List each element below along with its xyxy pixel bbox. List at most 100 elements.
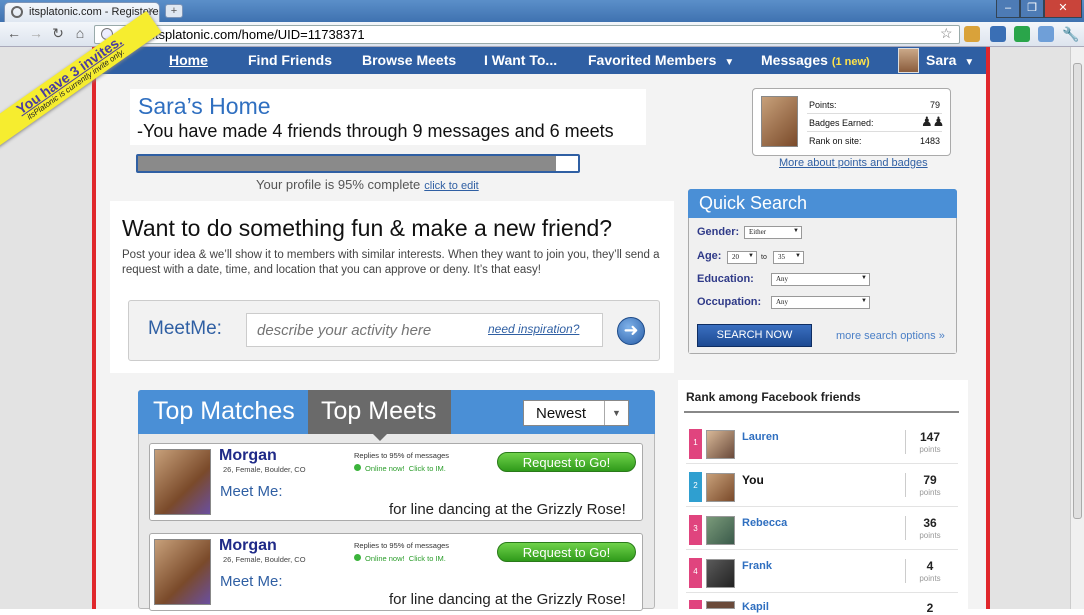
reload-icon[interactable]: ↻ bbox=[50, 25, 66, 42]
need-inspiration-link[interactable]: need inspiration? bbox=[488, 322, 579, 336]
submit-arrow-icon[interactable]: ➜ bbox=[617, 317, 645, 345]
more-search-options-link[interactable]: more search options » bbox=[836, 330, 945, 342]
nav-home[interactable]: Home bbox=[169, 47, 208, 74]
friend-name[interactable]: Rebecca bbox=[742, 517, 787, 529]
wrench-icon[interactable]: 🔧 bbox=[1062, 26, 1079, 43]
points-unit: points bbox=[919, 531, 941, 540]
friend-points: 2 bbox=[926, 601, 934, 615]
home-stats: -You have made 4 friends through 9 messa… bbox=[137, 121, 614, 141]
meetme-label: MeetMe: bbox=[148, 318, 222, 339]
avatar[interactable] bbox=[898, 48, 919, 73]
age-to-value: 35 bbox=[778, 253, 785, 261]
extension-icon[interactable] bbox=[1014, 26, 1030, 42]
active-tab-pointer bbox=[372, 433, 388, 441]
friend-avatar[interactable] bbox=[706, 601, 735, 609]
badges-label: Badges Earned: bbox=[809, 118, 874, 128]
profile-progress-bar bbox=[136, 154, 580, 173]
divider bbox=[905, 516, 906, 540]
meet-me-label: Meet Me: bbox=[220, 483, 283, 500]
gender-value: Either bbox=[749, 228, 767, 236]
age-to-select[interactable]: 35 ▼ bbox=[773, 251, 804, 264]
friend-name[interactable]: Lauren bbox=[742, 431, 779, 443]
nav-messages[interactable]: Messages (1 new) bbox=[761, 47, 870, 74]
divider bbox=[807, 131, 942, 132]
friend-avatar[interactable] bbox=[706, 430, 735, 459]
friend-points: 4 bbox=[926, 559, 934, 573]
friend-name[interactable]: Kapil bbox=[742, 601, 769, 613]
divider bbox=[905, 473, 906, 497]
age-label: Age: bbox=[697, 250, 722, 262]
quick-search-title: Quick Search bbox=[699, 193, 808, 213]
friend-name: You bbox=[742, 473, 764, 487]
online-status[interactable]: Online now! Click to IM. bbox=[354, 554, 446, 563]
maximize-button[interactable]: ❐ bbox=[1020, 0, 1044, 18]
extension-icon[interactable] bbox=[990, 26, 1006, 42]
new-tab-button[interactable]: + bbox=[165, 4, 183, 18]
divider bbox=[905, 559, 906, 583]
badge-people-icon[interactable]: ♟♟ bbox=[921, 115, 944, 130]
member-photo[interactable] bbox=[154, 539, 211, 605]
points-value: 79 bbox=[929, 100, 940, 110]
points-unit: points bbox=[919, 445, 941, 454]
points-label: Points: bbox=[809, 100, 837, 110]
tab-top-matches[interactable]: Top Matches bbox=[153, 397, 295, 426]
friend-avatar[interactable] bbox=[706, 559, 735, 588]
points-badges-link[interactable]: More about points and badges bbox=[779, 157, 928, 169]
nav-i-want-to[interactable]: I Want To... bbox=[484, 47, 557, 74]
edit-profile-link[interactable]: click to edit bbox=[424, 180, 478, 192]
meetme-heading: Want to do something fun & make a new fr… bbox=[122, 215, 613, 241]
click-to-im-link[interactable]: Click to IM. bbox=[409, 464, 446, 473]
page-title: Sara’s Home bbox=[138, 93, 271, 119]
divider bbox=[905, 430, 906, 454]
member-name[interactable]: Morgan bbox=[219, 447, 277, 465]
back-arrow-icon[interactable]: ← bbox=[6, 25, 22, 41]
occupation-label: Occupation: bbox=[697, 296, 762, 308]
friend-avatar[interactable] bbox=[706, 473, 735, 502]
address-bar[interactable]: www.itsplatonic.com/home/UID=11738371 bbox=[94, 25, 960, 44]
extension-icon[interactable] bbox=[964, 26, 980, 42]
nav-find-friends[interactable]: Find Friends bbox=[248, 47, 332, 74]
rank-number: 3 bbox=[689, 515, 702, 545]
reply-rate: Replies to 95% of messages bbox=[354, 451, 450, 460]
member-photo[interactable] bbox=[154, 449, 211, 515]
tab-top-meets-label[interactable]: Top Meets bbox=[321, 397, 436, 426]
avatar bbox=[761, 96, 798, 147]
member-info: 26, Female, Boulder, CO bbox=[223, 465, 306, 474]
gender-select[interactable]: Either ▼ bbox=[744, 226, 802, 239]
meetme-description: Post your idea & we’ll show it to member… bbox=[122, 249, 660, 276]
extension-icon[interactable] bbox=[1038, 26, 1054, 42]
scrollbar-thumb[interactable] bbox=[1073, 63, 1082, 519]
request-to-go-button[interactable]: Request to Go! bbox=[497, 452, 636, 472]
friend-avatar[interactable] bbox=[706, 516, 735, 545]
profile-complete-text: Your profile is 95% complete bbox=[256, 177, 421, 192]
profile-complete-line: Your profile is 95% complete click to edi… bbox=[256, 177, 479, 192]
sort-select[interactable]: Newest ▼ bbox=[523, 400, 629, 426]
friend-points: 147 bbox=[919, 430, 941, 444]
occupation-value: Any bbox=[776, 298, 789, 306]
request-to-go-button[interactable]: Request to Go! bbox=[497, 542, 636, 562]
nav-browse-meets[interactable]: Browse Meets bbox=[362, 47, 456, 74]
member-info: 26, Female, Boulder, CO bbox=[223, 555, 306, 564]
meet-activity: for line dancing at the Grizzly Rose! bbox=[389, 501, 626, 518]
nav-user-menu[interactable]: Sara ▼ bbox=[926, 47, 974, 74]
rank-value: 1483 bbox=[919, 136, 940, 146]
minimize-button[interactable]: – bbox=[996, 0, 1020, 18]
nav-favorited-members[interactable]: Favorited Members ▼ bbox=[588, 47, 734, 74]
bookmark-star-icon[interactable]: ☆ bbox=[940, 25, 953, 42]
member-name[interactable]: Morgan bbox=[219, 537, 277, 555]
points-unit: points bbox=[919, 488, 941, 497]
age-from-select[interactable]: 20 ▼ bbox=[727, 251, 757, 264]
vertical-scrollbar[interactable] bbox=[1070, 47, 1084, 609]
occupation-select[interactable]: Any ▼ bbox=[771, 296, 870, 309]
click-to-im-link[interactable]: Click to IM. bbox=[409, 554, 446, 563]
meet-activity: for line dancing at the Grizzly Rose! bbox=[389, 591, 626, 608]
friend-name[interactable]: Frank bbox=[742, 560, 772, 572]
close-window-button[interactable]: ✕ bbox=[1044, 0, 1082, 18]
search-now-button[interactable]: SEARCH NOW bbox=[697, 324, 812, 347]
forward-arrow-icon[interactable]: → bbox=[28, 25, 44, 41]
education-value: Any bbox=[776, 275, 789, 283]
profile-progress-fill bbox=[138, 156, 556, 171]
education-select[interactable]: Any ▼ bbox=[771, 273, 870, 286]
online-status[interactable]: Online now! Click to IM. bbox=[354, 464, 446, 473]
home-icon[interactable]: ⌂ bbox=[72, 25, 88, 41]
